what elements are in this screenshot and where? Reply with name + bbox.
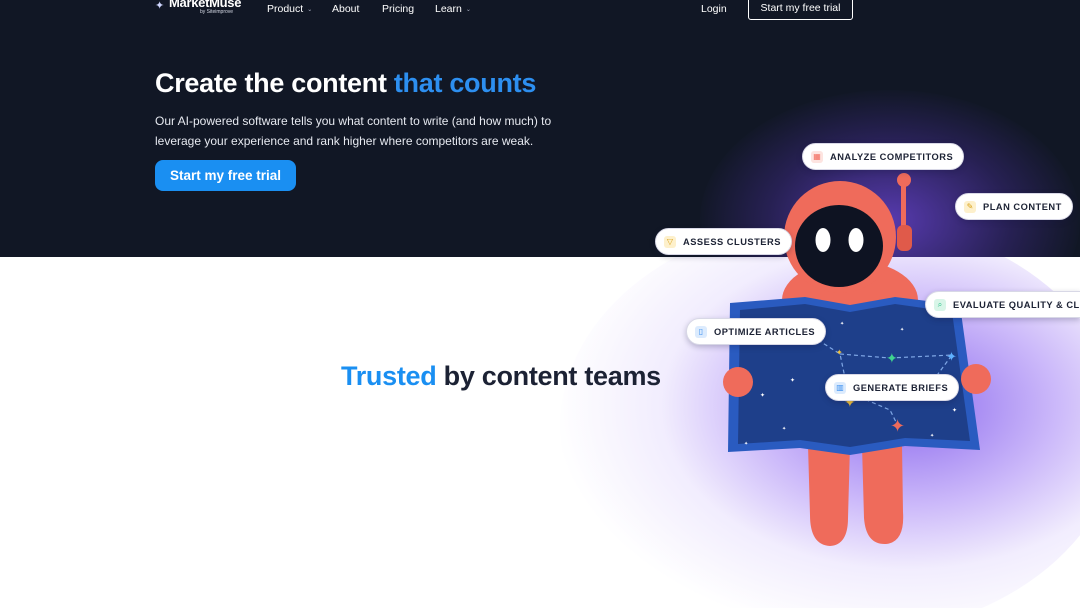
nav-item-label: Learn [435,3,462,15]
login-link[interactable]: Login [701,3,727,15]
nav-item-label: Pricing [382,3,415,15]
robot-ear [897,225,912,251]
pill-evaluate-quality[interactable]: ⌕ EVALUATE QUALITY & CLAIMS [925,291,1080,318]
svg-text:✦: ✦ [890,416,905,436]
nav-item-about[interactable]: About [332,3,359,15]
robot-left-hand [723,367,753,397]
nav-item-label: Product [267,3,304,15]
nav-item-product[interactable]: Product ⌄ [267,3,312,15]
hero-free-trial-button[interactable]: Start my free trial [155,160,296,191]
nav-item-label: About [332,3,360,15]
logo-subtitle: by Siteimprove [200,9,234,15]
pill-assess-clusters[interactable]: ▽ ASSESS CLUSTERS [655,228,792,255]
svg-text:✦: ✦ [952,407,957,414]
pill-label: EVALUATE QUALITY & CLAIMS [953,299,1080,310]
pill-label: ANALYZE COMPETITORS [830,151,954,162]
hero-title-accent: that counts [393,68,537,98]
svg-text:✦: ✦ [930,433,934,439]
funnel-icon: ▽ [664,235,676,248]
svg-text:✦: ✦ [744,441,748,447]
sparkle-icon: ✦ [155,0,165,12]
nav-item-pricing[interactable]: Pricing [382,3,414,15]
svg-text:✦: ✦ [790,377,795,384]
grid-icon: ▦ [811,150,823,163]
robot-left-eye [815,228,831,252]
lightbulb-icon: ✎ [964,200,976,213]
pill-generate-briefs[interactable]: ▥ GENERATE BRIEFS [825,374,960,401]
trusted-rest: by content teams [436,361,662,391]
svg-text:✦: ✦ [900,327,904,333]
pill-label: OPTIMIZE ARTICLES [714,326,816,337]
chevron-down-icon: ⌄ [307,6,313,13]
document-icon: ▯ [695,325,707,338]
robot-right-eye [848,228,864,252]
svg-text:✦: ✦ [946,349,957,364]
brief-icon: ▥ [834,381,846,394]
pill-label: PLAN CONTENT [983,201,1062,212]
top-nav: ✦ MarketMuse by Siteimprove Product ⌄ Ab… [0,0,1080,20]
nav-item-learn[interactable]: Learn ⌄ [435,3,471,15]
pill-analyze-competitors[interactable]: ▦ ANALYZE COMPETITORS [802,143,965,170]
svg-text:✦: ✦ [760,392,765,399]
hero-title-main: Create the content [155,68,394,98]
trusted-accent: Trusted [341,361,437,391]
robot-left-leg [808,445,850,546]
pill-label: ASSESS CLUSTERS [683,236,781,247]
svg-text:✦: ✦ [836,348,843,357]
pill-label: GENERATE BRIEFS [853,382,949,393]
chevron-down-icon: ⌄ [465,6,471,13]
robot-right-hand [961,364,991,394]
pill-plan-content[interactable]: ✎ PLAN CONTENT [955,193,1073,220]
robot-right-leg [862,445,904,545]
svg-text:✦: ✦ [886,350,898,366]
pill-optimize-articles[interactable]: ▯ OPTIMIZE ARTICLES [686,318,827,345]
magnifier-icon: ⌕ [934,298,946,311]
hero-title: Create the content that counts [155,68,536,99]
hero-description: Our AI-powered software tells you what c… [155,114,552,148]
svg-text:✦: ✦ [782,426,786,432]
svg-text:✦: ✦ [840,321,844,327]
robot-visor [795,205,883,287]
nav-free-trial-button[interactable]: Start my free trial [748,0,853,20]
trusted-heading: Trusted by content teams [341,361,661,392]
